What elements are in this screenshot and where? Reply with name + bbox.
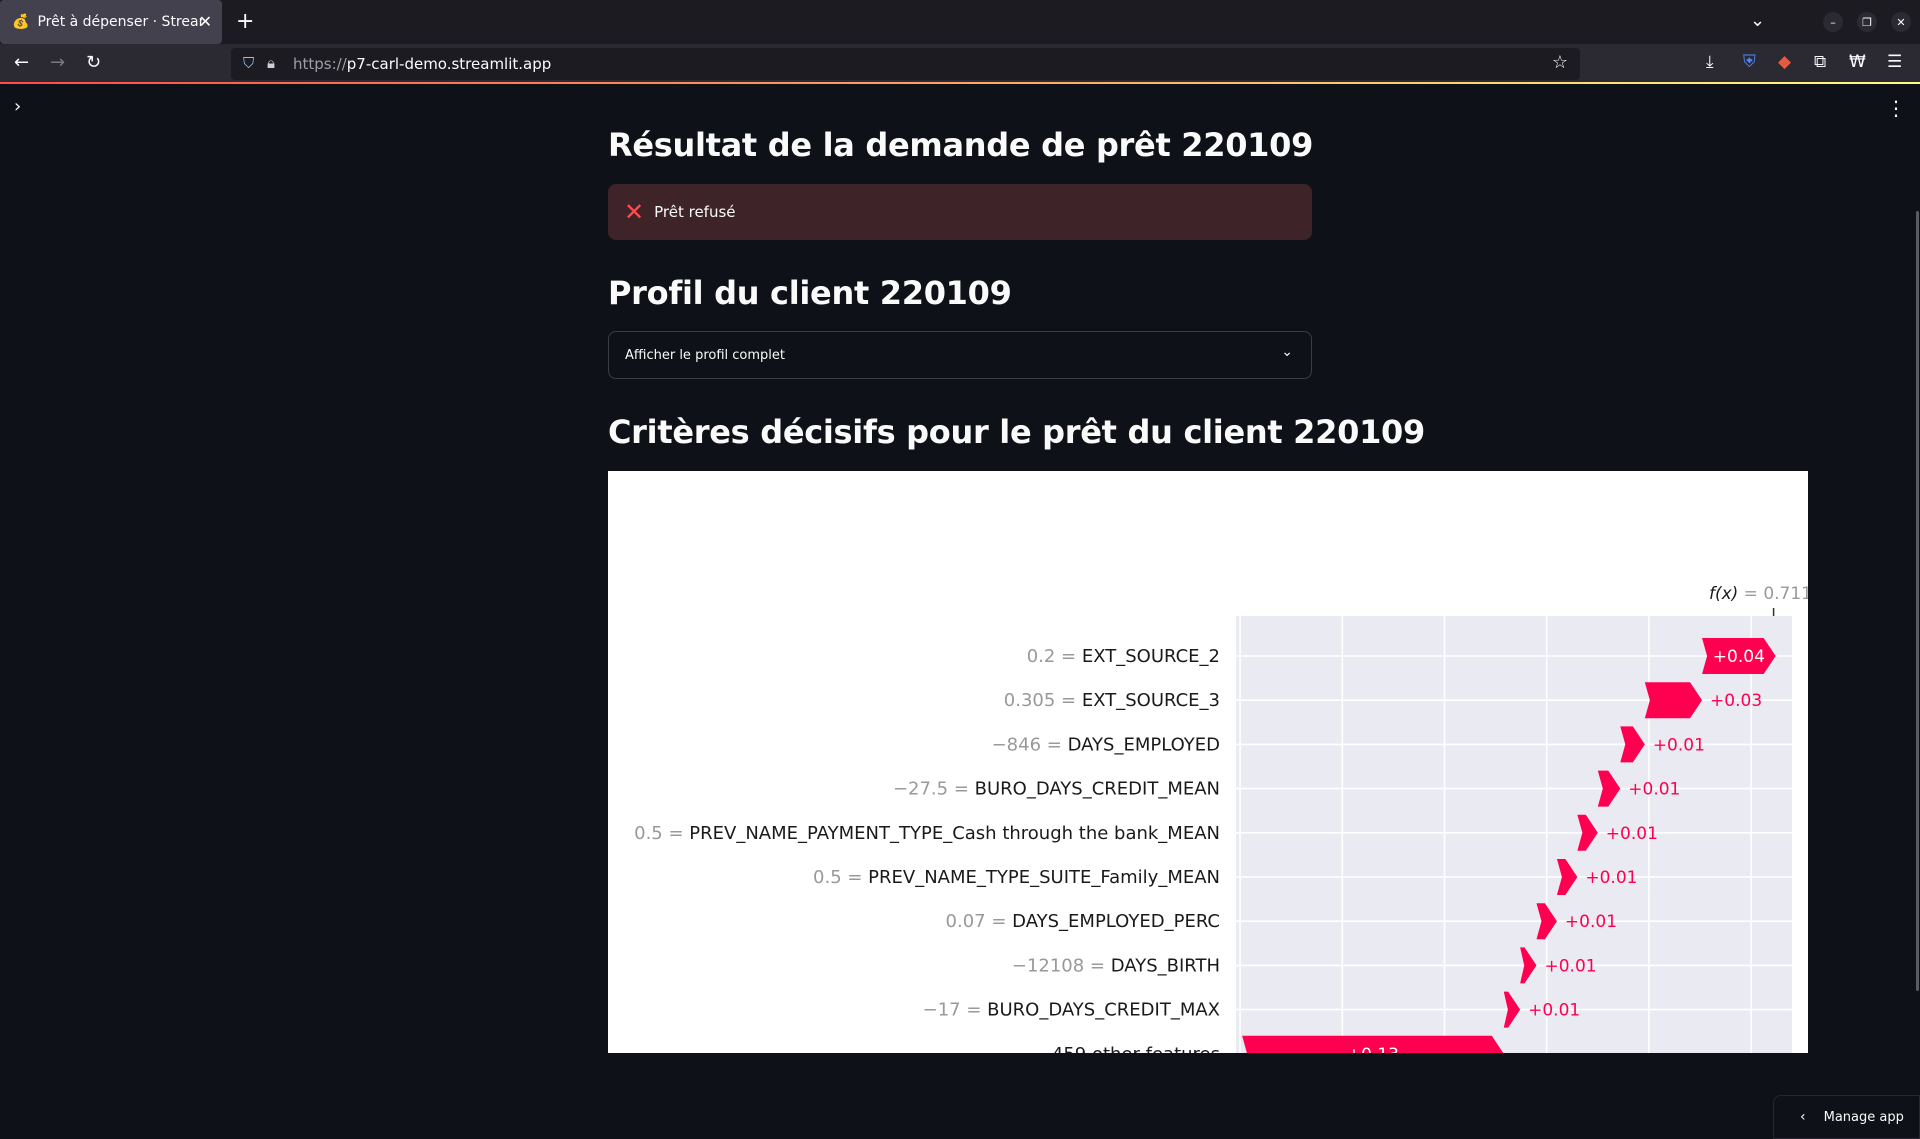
download-icon[interactable]: ⤓ bbox=[1706, 52, 1714, 72]
main-menu-icon[interactable]: ⋮ bbox=[1886, 96, 1906, 120]
close-icon[interactable]: ✕ bbox=[199, 12, 212, 31]
profile-expander[interactable]: Afficher le profil complet ⌄ bbox=[608, 331, 1312, 379]
forward-icon[interactable]: → bbox=[50, 52, 65, 73]
error-alert: ✕ Prêt refusé bbox=[608, 184, 1312, 240]
expander-label: Afficher le profil complet bbox=[625, 347, 785, 363]
bar-label: +0.01 bbox=[1653, 735, 1705, 755]
bitwarden-icon[interactable]: ⛨ bbox=[1743, 52, 1756, 72]
bar-label: +0.01 bbox=[1606, 824, 1658, 844]
fx-symbol: f(x) bbox=[1709, 584, 1738, 604]
chevron-down-icon[interactable]: ⌄ bbox=[1281, 344, 1293, 360]
feature-label: 0.07 = DAYS_EMPLOYED_PERC bbox=[946, 911, 1220, 932]
feature-value: −17 = bbox=[923, 1000, 988, 1021]
close-window-icon[interactable]: ✕ bbox=[1891, 12, 1911, 32]
bar-label: +0.01 bbox=[1544, 956, 1596, 976]
browser-navbar: ← → ↻ ⛉ 🔒︎ https:// p7-carl-demo.streaml… bbox=[0, 44, 1920, 84]
new-tab-icon[interactable]: + bbox=[236, 9, 254, 34]
plot-background bbox=[1236, 616, 1792, 1053]
streamlit-app: › ⋮ Résultat de la demande de prêt 22010… bbox=[0, 86, 1920, 1139]
money-bag-icon: 💰 bbox=[12, 14, 30, 30]
feature-label: 0.2 = EXT_SOURCE_2 bbox=[1027, 646, 1220, 667]
feature-label: −12108 = DAYS_BIRTH bbox=[1012, 955, 1220, 976]
feature-name: BURO_DAYS_CREDIT_MEAN bbox=[975, 779, 1220, 800]
chevron-down-icon[interactable]: ⌄ bbox=[1750, 10, 1765, 31]
result-title: Résultat de la demande de prêt 220109 bbox=[608, 126, 1314, 164]
alert-text: Prêt refusé bbox=[654, 203, 736, 221]
shap-waterfall-chart: +0.04 0.2 = EXT_SOURCE_2 +0.03 0.305 = EXT_… bbox=[608, 471, 1808, 1053]
extension-icon[interactable]: ◆ bbox=[1778, 52, 1791, 72]
feature-name: DAYS_BIRTH bbox=[1111, 955, 1220, 976]
sidebar-expand-icon[interactable]: › bbox=[14, 96, 21, 117]
feature-value: −27.5 = bbox=[893, 779, 975, 800]
bar-label: +0.13 bbox=[1347, 1045, 1399, 1053]
waterfall-bar bbox=[1644, 682, 1703, 719]
feature-label: 0.5 = PREV_NAME_TYPE_SUITE_Family_MEAN bbox=[813, 867, 1220, 888]
reload-icon[interactable]: ↻ bbox=[86, 52, 101, 73]
hamburger-menu-icon[interactable]: ☰ bbox=[1887, 52, 1902, 72]
scrollbar-thumb[interactable] bbox=[1916, 211, 1919, 991]
tab-title: Prêt à dépenser · Streamlit bbox=[37, 14, 202, 30]
manage-app-label: Manage app bbox=[1823, 1109, 1904, 1125]
feature-value: 0.5 = bbox=[813, 867, 868, 888]
feature-label: −846 = DAYS_EMPLOYED bbox=[992, 734, 1220, 755]
feature-name: EXT_SOURCE_2 bbox=[1082, 646, 1220, 667]
feature-name: DAYS_EMPLOYED bbox=[1068, 734, 1220, 755]
feature-label: −17 = BURO_DAYS_CREDIT_MAX bbox=[923, 1000, 1220, 1021]
url-bar[interactable]: ⛉ 🔒︎ https:// p7-carl-demo.streamlit.app… bbox=[231, 48, 1580, 80]
feature-label: 459 other features bbox=[1052, 1044, 1220, 1053]
browser-tab[interactable]: 💰 Prêt à dépenser · Streamlit ✕ bbox=[0, 0, 222, 44]
feature-label: 0.5 = PREV_NAME_PAYMENT_TYPE_Cash throug… bbox=[634, 823, 1220, 844]
back-icon[interactable]: ← bbox=[14, 52, 29, 73]
feature-name: 459 other features bbox=[1052, 1044, 1220, 1053]
url-host: p7-carl-demo.streamlit.app bbox=[346, 55, 552, 73]
chevron-left-icon: ‹ bbox=[1800, 1109, 1806, 1125]
browser-tabbar: 💰 Prêt à dépenser · Streamlit ✕ + ⌄ – ❐ … bbox=[0, 0, 1920, 44]
feature-value: 0.5 = bbox=[634, 823, 689, 844]
feature-name: PREV_NAME_PAYMENT_TYPE_Cash through the … bbox=[689, 823, 1220, 844]
bookmark-star-icon[interactable]: ☆ bbox=[1552, 52, 1568, 73]
minimize-icon[interactable]: – bbox=[1823, 12, 1843, 32]
error-x-icon: ✕ bbox=[624, 198, 645, 226]
feature-value: 0.2 = bbox=[1027, 646, 1082, 667]
feature-value: −12108 = bbox=[1012, 955, 1111, 976]
feature-label: 0.305 = EXT_SOURCE_3 bbox=[1004, 690, 1220, 711]
shield-icon[interactable]: ⛉ bbox=[243, 54, 254, 72]
fx-label: f(x) = 0.711 bbox=[1709, 584, 1808, 604]
feature-name: BURO_DAYS_CREDIT_MAX bbox=[987, 1000, 1220, 1021]
feature-name: DAYS_EMPLOYED_PERC bbox=[1012, 911, 1220, 932]
profile-title: Profil du client 220109 bbox=[608, 274, 1012, 312]
extensions-puzzle-icon[interactable]: ⧉ bbox=[1814, 52, 1826, 72]
bar-label: +0.01 bbox=[1528, 1001, 1580, 1021]
feature-name: EXT_SOURCE_3 bbox=[1082, 690, 1220, 711]
lock-icon[interactable]: 🔒︎ bbox=[267, 54, 275, 72]
scrollbar[interactable] bbox=[1914, 86, 1920, 1053]
manage-app-button[interactable]: ‹ Manage app bbox=[1773, 1095, 1920, 1139]
feature-value: 0.07 = bbox=[946, 911, 1013, 932]
bar-label: +0.03 bbox=[1710, 691, 1762, 711]
criteria-title: Critères décisifs pour le prêt du client… bbox=[608, 413, 1425, 451]
bar-label: +0.04 bbox=[1713, 647, 1765, 667]
feature-name: PREV_NAME_TYPE_SUITE_Family_MEAN bbox=[868, 867, 1220, 888]
fx-value: = 0.711 bbox=[1738, 584, 1808, 604]
bar-label: +0.01 bbox=[1565, 912, 1617, 932]
feature-value: 0.305 = bbox=[1004, 690, 1082, 711]
feature-value: −846 = bbox=[992, 734, 1068, 755]
bar-label: +0.01 bbox=[1628, 780, 1680, 800]
waterfall-svg: +0.04 0.2 = EXT_SOURCE_2 +0.03 0.305 = EXT_… bbox=[634, 584, 1808, 1053]
wallet-icon[interactable]: ₩ bbox=[1849, 52, 1866, 72]
feature-label: −27.5 = BURO_DAYS_CREDIT_MEAN bbox=[893, 779, 1220, 800]
restore-icon[interactable]: ❐ bbox=[1857, 12, 1877, 32]
bar-label: +0.01 bbox=[1585, 868, 1637, 888]
url-protocol: https:// bbox=[293, 55, 347, 73]
